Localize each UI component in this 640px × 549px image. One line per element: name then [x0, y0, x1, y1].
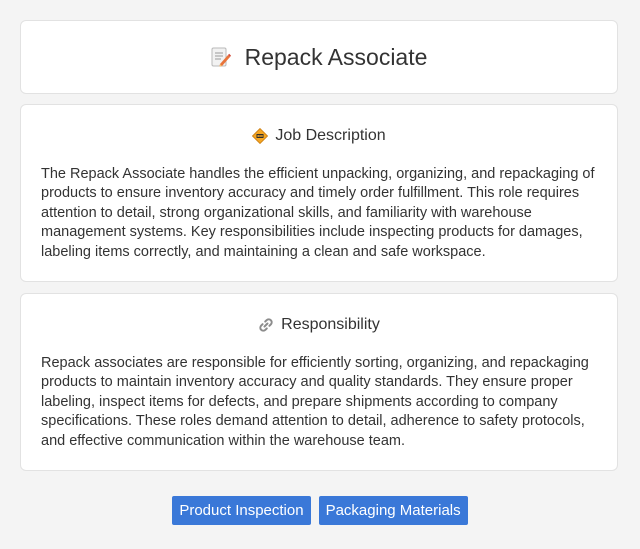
job-description-card: Job Description The Repack Associate han…	[20, 104, 618, 282]
responsibility-card: Responsibility Repack associates are res…	[20, 293, 618, 471]
page: Repack Associate Job Description The Rep…	[0, 0, 640, 549]
job-description-header: Job Description	[21, 127, 617, 145]
job-description-text: The Repack Associate handles the efficie…	[41, 166, 595, 260]
responsibility-heading: Responsibility	[281, 316, 380, 333]
responsibility-header: Responsibility	[21, 316, 617, 334]
tag-packaging-materials[interactable]: Packaging Materials	[318, 496, 468, 525]
memo-pencil-icon	[211, 46, 231, 68]
tag-product-inspection[interactable]: Product Inspection	[172, 496, 311, 525]
tag-list: Product Inspection Packaging Materials	[0, 496, 640, 525]
title-card: Repack Associate	[20, 20, 618, 94]
responsibility-text: Repack associates are responsible for ef…	[41, 355, 589, 449]
page-title: Repack Associate	[244, 43, 428, 70]
construction-sign-icon	[252, 127, 269, 145]
job-description-heading: Job Description	[275, 127, 386, 144]
link-icon	[258, 317, 274, 333]
